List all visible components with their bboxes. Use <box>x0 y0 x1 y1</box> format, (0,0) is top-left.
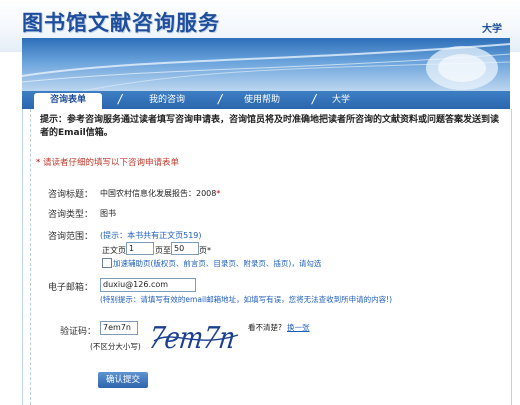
include-aux-checkbox[interactable] <box>102 258 112 268</box>
header-banner <box>22 38 510 91</box>
title-value: 中国农村信息化发展报告：2008* <box>100 189 221 198</box>
title-label: 咨询标题： <box>48 190 94 200</box>
university-label: 大学 <box>482 24 502 35</box>
include-aux-label: 加速辅助页(版权页、前言页、目录页、附录页、插页)，请勾选 <box>113 259 322 268</box>
nav-separator: / <box>218 92 223 106</box>
tab-consult-form[interactable]: 咨询表单 <box>34 93 102 109</box>
captcha-unclear-text: 看不清楚? <box>248 323 282 332</box>
page-suffix: 页* <box>199 246 211 255</box>
main-nav: 咨询表单 / 我的咨询 / 使用帮助 / 大学 <box>22 91 510 109</box>
page-to-label: 页至 <box>155 246 171 255</box>
captcha-refresh-link[interactable]: 换一张 <box>287 322 310 333</box>
captcha-graphic: 7em7n <box>147 321 239 356</box>
banner-graphic <box>22 43 510 91</box>
range-label: 咨询范围： <box>48 232 94 242</box>
tab-university[interactable]: 大学 <box>332 93 350 107</box>
hint-text: 提示：参考咨询服务通过读者填写咨询申请表，咨询馆员将及时准确地把读者所咨询的文献… <box>40 115 500 138</box>
divider <box>30 109 31 405</box>
page-from-input[interactable]: 1 <box>126 242 154 255</box>
tab-my-consults[interactable]: 我的咨询 <box>149 93 185 107</box>
email-hint: (特别提示：请填写有效的email邮箱地址，如填写有误，您将无法查收到所申请的内… <box>100 295 393 304</box>
captcha-image: 7em7n <box>147 317 240 356</box>
content-panel <box>22 109 512 405</box>
type-value: 图书 <box>100 209 116 218</box>
submit-button[interactable]: 确认提交 <box>98 372 148 388</box>
page-to-input[interactable]: 50 <box>171 242 199 255</box>
range-hint: (提示：本书共有正文页519) <box>100 231 202 240</box>
page-prefix: 正文页 <box>102 246 126 255</box>
email-field[interactable]: duxiu@126.com <box>100 278 196 292</box>
captcha-label: 验证码： <box>60 327 97 337</box>
captcha-case-note: (不区分大小写) <box>90 342 141 351</box>
type-label: 咨询类型： <box>48 210 94 220</box>
required-asterisk: * <box>36 158 41 168</box>
email-label: 电子邮箱： <box>48 283 94 293</box>
nav-separator: / <box>118 92 123 106</box>
tab-help[interactable]: 使用帮助 <box>244 93 280 107</box>
site-logo[interactable]: 图书馆文献咨询服务 <box>22 7 220 37</box>
notice-text: 请读者仔细的填写以下咨询申请表单 <box>42 158 179 168</box>
captcha-input[interactable]: 7em7n <box>100 321 138 335</box>
form-notice: * 请读者仔细的填写以下咨询申请表单 <box>36 156 179 168</box>
nav-separator: / <box>312 92 317 106</box>
